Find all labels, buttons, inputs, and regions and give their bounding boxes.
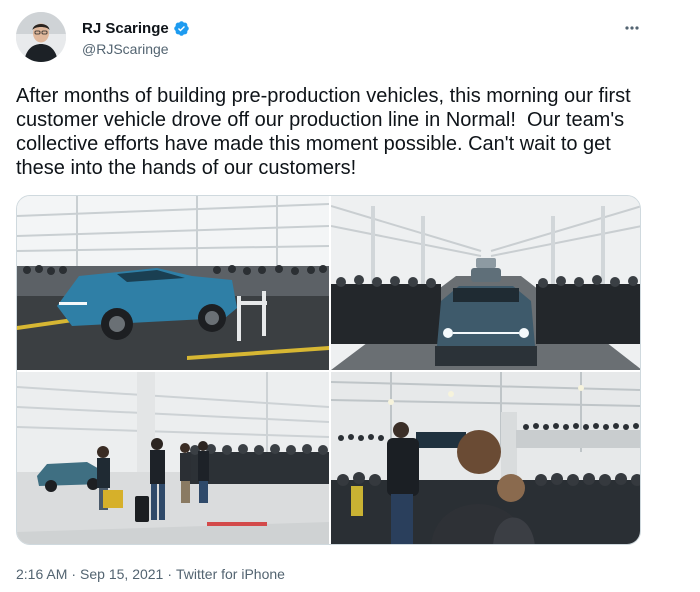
tweet-time[interactable]: 2:16 AM bbox=[16, 566, 67, 582]
tweet-source[interactable]: Twitter for iPhone bbox=[176, 566, 285, 582]
tweet-metadata: 2:16 AM · Sep 15, 2021 · Twitter for iPh… bbox=[16, 566, 285, 582]
author-name-row: RJ Scaringe bbox=[82, 19, 190, 37]
author-block: RJ Scaringe @RJScaringe bbox=[82, 19, 190, 57]
tweet-text: After months of building pre-production … bbox=[16, 85, 637, 179]
verified-badge-icon bbox=[173, 20, 189, 36]
factory-truck-photo bbox=[17, 196, 329, 370]
author-handle[interactable]: @RJScaringe bbox=[82, 41, 190, 57]
tweet-photo-2[interactable] bbox=[331, 196, 640, 370]
tweet-photo-1[interactable] bbox=[17, 196, 329, 370]
team-celebration-photo bbox=[17, 372, 329, 544]
avatar[interactable] bbox=[16, 12, 66, 62]
crowd-watching-photo bbox=[331, 372, 640, 544]
tweet-date[interactable]: Sep 15, 2021 bbox=[80, 566, 163, 582]
meta-separator: · bbox=[71, 566, 77, 582]
tweet-photo-4[interactable] bbox=[331, 372, 640, 544]
tweet-photo-3[interactable] bbox=[17, 372, 329, 544]
author-display-name[interactable]: RJ Scaringe bbox=[82, 20, 169, 37]
production-line-photo bbox=[331, 196, 640, 370]
more-options-button[interactable] bbox=[618, 18, 646, 38]
avatar-image bbox=[16, 12, 66, 62]
more-horizontal-icon bbox=[625, 26, 639, 30]
tweet-card: RJ Scaringe @RJScaringe After months of … bbox=[0, 0, 700, 592]
meta-separator-2: · bbox=[167, 566, 173, 582]
media-grid bbox=[16, 195, 641, 545]
